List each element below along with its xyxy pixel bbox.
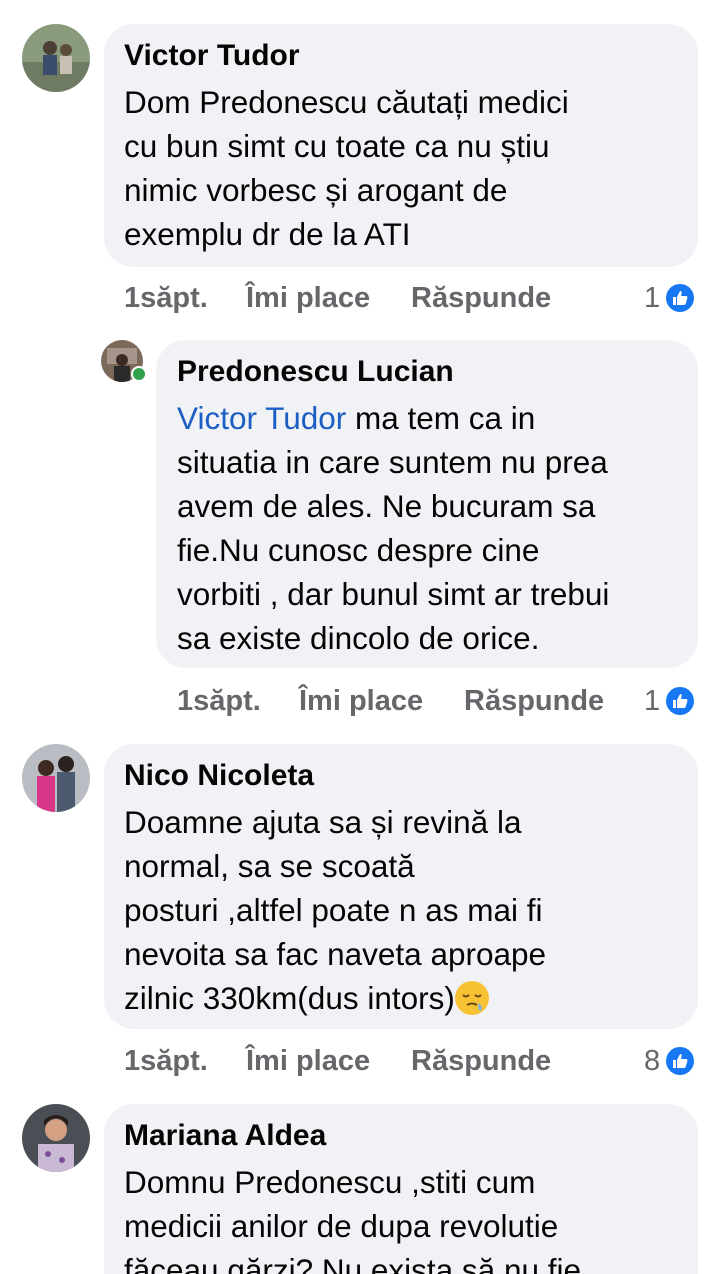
comment-text: Domnu Predonescu ,stiti cum medicii anil… — [124, 1164, 582, 1274]
avatar-photo-icon — [22, 1104, 90, 1172]
avatar[interactable] — [22, 1104, 90, 1172]
comment-mariana-aldea: Mariana Aldea Domnu Predonescu ,stiti cu… — [0, 0, 720, 1274]
comment-author[interactable]: Mariana Aldea — [124, 1119, 326, 1153]
